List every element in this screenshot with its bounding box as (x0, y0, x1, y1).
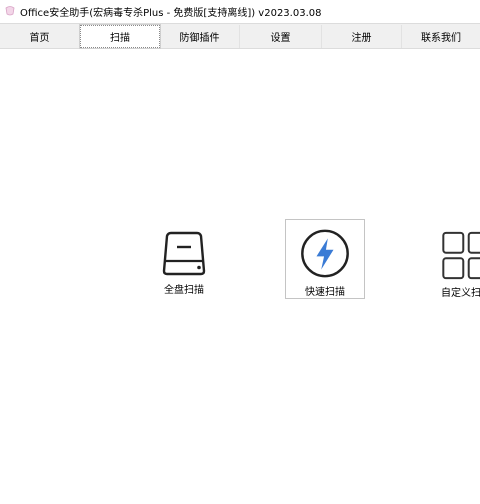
tab-settings[interactable]: 设置 (240, 25, 322, 48)
app-logo-icon (5, 6, 15, 16)
hard-drive-icon (162, 231, 206, 276)
grid-icon (442, 231, 480, 280)
scan-panel: 全盘扫描 快速扫描 自定义扫描 (0, 49, 480, 504)
window-title: Office安全助手(宏病毒专杀Plus - 免费版[支持离线]) v2023.… (20, 7, 322, 19)
custom-scan-button[interactable]: 自定义扫描 (426, 219, 480, 299)
tab-bar: 首页 扫描 防御插件 设置 注册 联系我们 (0, 23, 480, 49)
tab-register[interactable]: 注册 (322, 25, 402, 48)
tab-home[interactable]: 首页 (0, 25, 80, 48)
quick-scan-button[interactable]: 快速扫描 (285, 219, 365, 299)
full-scan-label: 全盘扫描 (164, 285, 204, 296)
full-scan-button[interactable]: 全盘扫描 (144, 219, 224, 299)
lightning-bolt-icon (301, 229, 349, 278)
app-window: Office安全助手(宏病毒专杀Plus - 免费版[支持离线]) v2023.… (0, 0, 480, 504)
tab-contact-us[interactable]: 联系我们 (402, 25, 480, 48)
custom-scan-label: 自定义扫描 (441, 288, 480, 299)
tab-defense-plugin[interactable]: 防御插件 (160, 25, 240, 48)
quick-scan-label: 快速扫描 (305, 287, 345, 298)
title-bar: Office安全助手(宏病毒专杀Plus - 免费版[支持离线]) v2023.… (0, 0, 480, 22)
tab-scan[interactable]: 扫描 (79, 24, 161, 49)
